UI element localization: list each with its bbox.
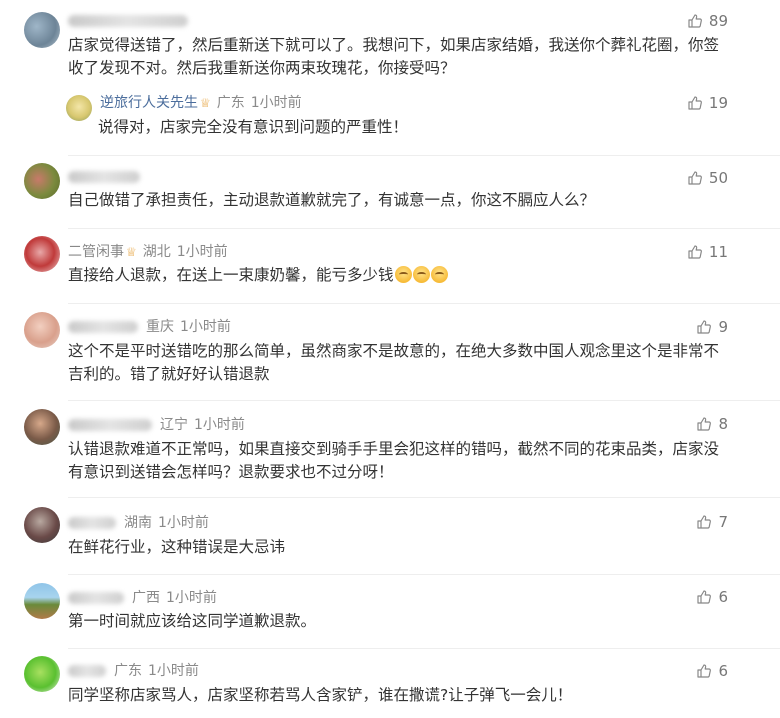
reply-like-count: 19: [708, 94, 728, 112]
like-button[interactable]: 89: [687, 11, 728, 31]
reply-text: 说得对，店家完全没有意识到问题的严重性！: [98, 118, 409, 136]
comment-text: 在鲜花行业，这种错误是大忌讳: [68, 538, 286, 556]
comment-text-row: 直接给人退款，在送上一束康奶馨，能亏多少钱: [68, 264, 730, 287]
reply-like-button[interactable]: 19: [687, 93, 728, 113]
comment-meta: 二管闲事 ♕ 湖北 1小时前: [68, 243, 228, 261]
reply-location: 广东: [216, 95, 245, 111]
avatar[interactable]: [24, 507, 60, 543]
comment-text: 店家觉得送错了，然后重新送下就可以了。我想问下，如果店家结婚，我送你个葬礼花圈，…: [68, 36, 720, 77]
like-count: 6: [718, 662, 728, 680]
comment-time: 1小时前: [166, 590, 217, 606]
comment-meta: 广西 1小时前: [68, 589, 217, 607]
grin-sweat-emoji: [394, 266, 412, 283]
avatar[interactable]: [24, 12, 60, 48]
grin-sweat-emoji: [412, 266, 430, 283]
username[interactable]: 二管闲事: [68, 244, 124, 260]
crown-badge-icon: ♕: [126, 245, 137, 259]
comment-meta: 湖南 1小时前: [68, 514, 209, 532]
divider: [68, 228, 780, 229]
comment-meta: [68, 168, 148, 186]
avatar[interactable]: [24, 409, 60, 445]
comment-text: 第一时间就应该给这同学道歉退款。: [68, 612, 317, 630]
comment-text: 直接给人退款，在送上一束康奶馨，能亏多少钱: [68, 266, 394, 284]
comment-time: 1小时前: [180, 319, 231, 335]
comment-location: 湖南: [124, 515, 152, 531]
comment-location: 湖北: [142, 244, 171, 260]
comment-text: 自己做错了承担责任，主动退款道歉就完了，有诚意一点，你这不膈应人么？: [68, 191, 596, 209]
avatar[interactable]: [24, 656, 60, 692]
like-button[interactable]: 7: [696, 512, 728, 532]
thumbs-up-icon: [688, 96, 702, 110]
comment-meta: 重庆 1小时前: [68, 318, 231, 336]
reply-avatar[interactable]: [66, 95, 92, 121]
divider: [68, 497, 780, 498]
like-count: 11: [708, 243, 728, 261]
divider: [68, 303, 780, 304]
avatar[interactable]: [24, 236, 60, 272]
crown-badge-icon: ♕: [200, 96, 211, 110]
comment-location: 广西: [132, 590, 160, 606]
like-count: 50: [708, 169, 728, 187]
like-button[interactable]: 8: [696, 414, 728, 434]
comment-meta: 广东 1小时前: [68, 662, 199, 680]
comment-time: 1小时前: [148, 663, 199, 679]
thumbs-up-icon: [697, 417, 712, 431]
comment-meta: [68, 12, 196, 30]
username-blurred[interactable]: [68, 15, 188, 27]
comment-location: 辽宁: [160, 417, 188, 433]
grin-sweat-emoji: [430, 266, 448, 283]
divider: [68, 648, 780, 649]
username-blurred[interactable]: [68, 665, 106, 677]
thumbs-up-icon: [697, 320, 712, 334]
avatar[interactable]: [24, 312, 60, 348]
comment-meta: 辽宁 1小时前: [68, 416, 245, 434]
like-button[interactable]: 50: [687, 168, 728, 188]
like-count: 89: [708, 12, 728, 30]
comment-time: 1小时前: [158, 515, 209, 531]
avatar[interactable]: [24, 163, 60, 199]
like-button[interactable]: 6: [696, 661, 728, 681]
divider: [68, 155, 780, 156]
like-button[interactable]: 11: [687, 242, 728, 262]
divider: [68, 574, 780, 575]
comment-location: 广东: [114, 663, 142, 679]
reply-time: 1小时前: [250, 95, 302, 111]
thumbs-up-icon: [697, 515, 712, 529]
like-button[interactable]: 6: [696, 587, 728, 607]
comment-text: 同学坚称店家骂人，店家坚称若骂人含家铲，谁在撒谎?让子弹飞一会儿！: [68, 686, 573, 704]
comment-time: 1小时前: [194, 417, 245, 433]
reply-username[interactable]: 逆旅行人关先生: [100, 95, 198, 111]
comment-location: 重庆: [146, 319, 174, 335]
username-blurred[interactable]: [68, 592, 124, 604]
like-button[interactable]: 9: [696, 317, 728, 337]
thumbs-up-icon: [688, 14, 702, 28]
divider: [68, 400, 780, 401]
comment-text: 这个不是平时送错吃的那么简单，虽然商家不是故意的，在绝大多数中国人观念里这个是非…: [68, 342, 720, 383]
avatar[interactable]: [24, 583, 60, 619]
username-blurred[interactable]: [68, 321, 138, 333]
like-count: 8: [718, 415, 728, 433]
like-count: 6: [718, 588, 728, 606]
like-count: 7: [718, 513, 728, 531]
username-blurred[interactable]: [68, 517, 116, 529]
thumbs-up-icon: [697, 590, 712, 604]
thumbs-up-icon: [688, 245, 702, 259]
username-blurred[interactable]: [68, 171, 140, 183]
like-count: 9: [718, 318, 728, 336]
reply-meta: 逆旅行人关先生 ♕ 广东 1小时前: [100, 94, 302, 112]
username-blurred[interactable]: [68, 419, 152, 431]
thumbs-up-icon: [697, 664, 712, 678]
thumbs-up-icon: [688, 171, 702, 185]
comment-time: 1小时前: [176, 244, 228, 260]
comment-text: 认错退款难道不正常吗，如果直接交到骑手手里会犯这样的错吗，截然不同的花束品类，店…: [68, 440, 720, 481]
